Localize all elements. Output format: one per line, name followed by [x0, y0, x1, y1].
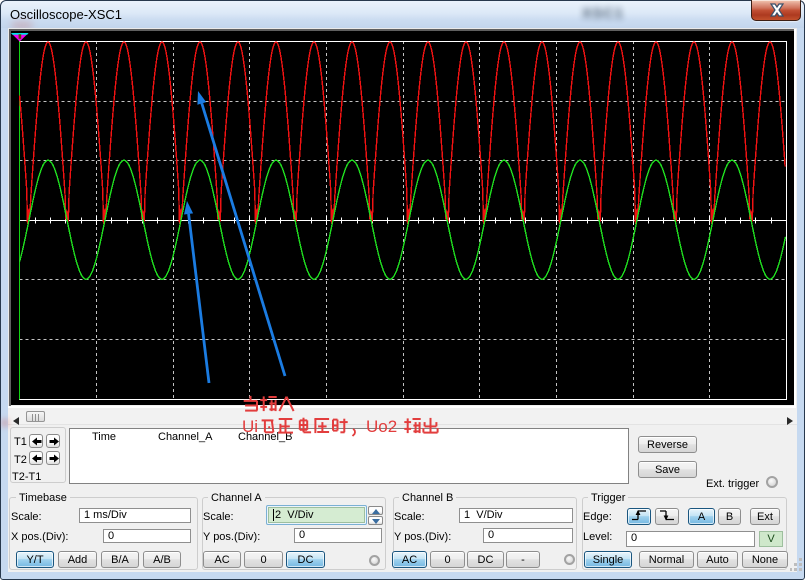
svg-text:Uo2: Uo2	[366, 417, 397, 436]
svg-text:Ui: Ui	[242, 417, 258, 436]
